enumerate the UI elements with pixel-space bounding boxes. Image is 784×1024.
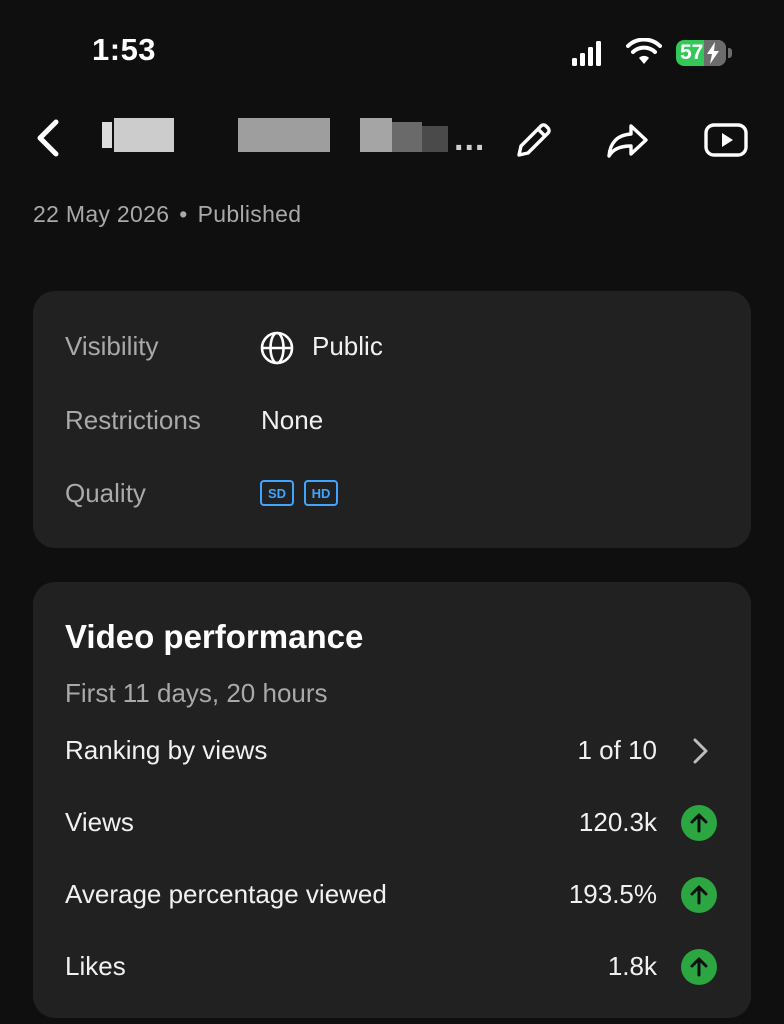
publish-meta: 22 May 2026 • Published: [33, 201, 301, 228]
battery-cap: [728, 48, 732, 58]
pencil-icon[interactable]: [510, 116, 558, 164]
metric-label: Views: [65, 807, 134, 837]
video-details-screen: 1:53 57 ... 22 May 2026 • Published Visi…: [0, 0, 784, 1024]
metric-label: Likes: [65, 951, 126, 981]
trend-up-icon: [681, 949, 717, 985]
metric-ranking-row[interactable]: Ranking by views 1 of 10: [33, 727, 751, 775]
title-redaction: [422, 126, 448, 152]
title-ellipsis: ...: [454, 120, 486, 158]
battery-level: 57: [680, 41, 704, 64]
video-performance-card: Video performance First 11 days, 20 hour…: [33, 582, 751, 1018]
chevron-right-icon: [693, 738, 708, 764]
metric-value: 193.5%: [568, 879, 657, 909]
details-card: Visibility Public Restrictions None Qual…: [33, 291, 751, 548]
metric-label: Average percentage viewed: [65, 879, 387, 909]
visibility-label: Visibility: [65, 331, 159, 361]
performance-period: First 11 days, 20 hours: [65, 678, 328, 708]
title-redaction: [102, 122, 112, 148]
performance-title: Video performance: [65, 618, 364, 655]
restrictions-value: None: [261, 405, 324, 435]
metric-label: Ranking by views: [65, 735, 268, 765]
share-arrow-icon[interactable]: [604, 116, 652, 164]
trend-up-icon: [681, 805, 717, 841]
metric-value: 1.8k: [607, 951, 657, 981]
metric-likes-row[interactable]: Likes 1.8k: [33, 943, 751, 991]
hd-badge: HD: [304, 480, 338, 506]
quality-label: Quality: [65, 478, 146, 508]
visibility-value: Public: [312, 331, 383, 361]
back-button[interactable]: [30, 116, 66, 160]
title-redaction: [360, 118, 392, 152]
status-time: 1:53: [92, 32, 157, 67]
meta-separator: •: [179, 201, 188, 227]
header-bar: ...: [0, 100, 784, 180]
title-redaction: [392, 122, 422, 152]
play-video-icon[interactable]: [702, 116, 750, 164]
publish-status: Published: [197, 201, 302, 227]
title-redaction: [238, 118, 330, 152]
metric-value: 120.3k: [578, 807, 657, 837]
status-bar: 1:53 57: [0, 0, 784, 100]
sd-badge: SD: [260, 480, 294, 506]
quality-badges: SD HD: [260, 480, 338, 506]
globe-icon: [260, 331, 294, 365]
trend-up-icon: [681, 877, 717, 913]
restrictions-label: Restrictions: [65, 405, 201, 435]
metric-avg-percentage-row[interactable]: Average percentage viewed 193.5%: [33, 871, 751, 919]
metric-views-row[interactable]: Views 120.3k: [33, 799, 751, 847]
wifi-icon: [626, 38, 662, 64]
charging-bolt-icon: [707, 42, 719, 64]
publish-date: 22 May 2026: [33, 201, 170, 227]
title-redaction: [114, 118, 174, 152]
video-title: ...: [98, 118, 498, 158]
cellular-signal-icon: [572, 41, 601, 66]
metric-value: 1 of 10: [577, 735, 657, 765]
